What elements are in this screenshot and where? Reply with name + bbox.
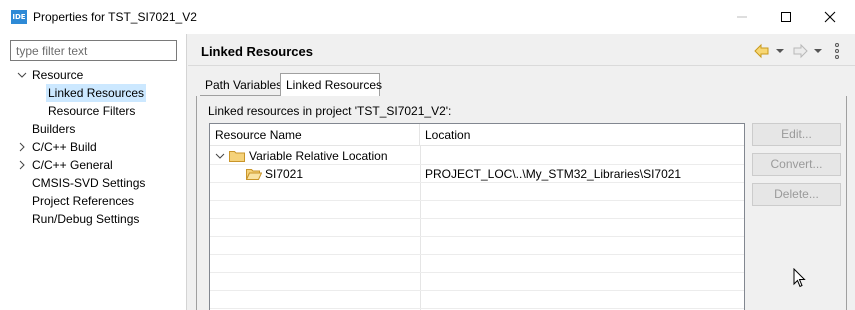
sidebar-item-linked-resources[interactable]: Linked Resources [0,84,186,102]
sidebar-item-cpp-general[interactable]: C/C++ General [0,156,186,174]
convert-button[interactable]: Convert... [752,153,841,176]
view-menu-icon[interactable] [833,42,841,60]
open-folder-icon [246,169,262,180]
sidebar-item-label: Builders [32,122,76,136]
sidebar-item-label: Resource Filters [48,104,136,118]
table-row-empty [210,183,744,201]
sidebar-item-cmsis-svd[interactable]: CMSIS-SVD Settings [0,174,186,192]
table-row-empty [210,291,744,309]
sidebar-item-resource[interactable]: Resource [0,66,186,84]
sidebar-item-label: C/C++ Build [32,140,97,154]
table-row[interactable]: Variable Relative Location [210,147,744,165]
minimize-icon [737,16,747,18]
chevron-down-icon[interactable] [215,151,225,161]
table-row-empty [210,219,744,237]
resource-name: SI7021 [265,167,304,181]
title-bar: IDE Properties for TST_SI7021_V2 [0,0,855,34]
delete-button[interactable]: Delete... [752,183,841,206]
page-title: Linked Resources [201,44,313,59]
minimize-button[interactable] [733,8,751,26]
resource-location: PROJECT_LOC\..\My_STM32_Libraries\SI7021 [425,167,682,181]
column-header-location[interactable]: Location [420,124,744,146]
tab-linked-resources[interactable]: Linked Resources [280,73,382,96]
sidebar-item-label: Run/Debug Settings [32,212,140,226]
linked-resources-table: Resource Name Location Variable Relative… [209,123,745,310]
table-row-empty [210,237,744,255]
ide-app-icon: IDE [11,10,27,24]
sidebar-item-label: Project References [32,194,135,208]
close-icon [824,11,836,23]
table-row-empty [210,273,744,291]
column-header-resource-name[interactable]: Resource Name [210,124,420,146]
sidebar-item-label: CMSIS-SVD Settings [32,176,146,190]
forward-arrow-icon[interactable] [791,42,809,60]
tab-path-variables[interactable]: Path Variables [200,75,282,96]
forward-dropdown-icon[interactable] [813,42,823,60]
sidebar: Resource Linked Resources Resource Filte… [0,34,187,310]
filter-input[interactable] [10,40,177,61]
maximize-button[interactable] [777,8,795,26]
table-row[interactable]: SI7021 PROJECT_LOC\..\My_STM32_Libraries… [210,165,744,183]
resource-name: Variable Relative Location [249,149,388,163]
sidebar-item-label: C/C++ General [32,158,113,172]
properties-tree: Resource Linked Resources Resource Filte… [0,66,186,228]
window-title: Properties for TST_SI7021_V2 [33,10,197,24]
mouse-pointer-icon [793,268,806,288]
maximize-icon [781,12,791,22]
edit-button[interactable]: Edit... [752,123,841,146]
chevron-right-icon[interactable] [17,138,27,156]
chevron-right-icon[interactable] [17,156,27,174]
sidebar-item-label: Linked Resources [46,84,147,102]
folder-icon [229,151,245,162]
table-row-empty [210,201,744,219]
sidebar-item-resource-filters[interactable]: Resource Filters [0,102,186,120]
project-label: Linked resources in project 'TST_SI7021_… [208,104,452,118]
sidebar-item-label: Resource [32,68,84,82]
sidebar-item-cpp-build[interactable]: C/C++ Build [0,138,186,156]
back-arrow-icon[interactable] [753,42,771,60]
sidebar-item-project-references[interactable]: Project References [0,192,186,210]
sidebar-item-builders[interactable]: Builders [0,120,186,138]
close-button[interactable] [821,8,839,26]
chevron-down-icon[interactable] [17,66,27,84]
back-dropdown-icon[interactable] [775,42,785,60]
page-header: Linked Resources [188,34,855,66]
table-row-empty [210,255,744,273]
sidebar-item-run-debug[interactable]: Run/Debug Settings [0,210,186,228]
main-panel: Linked Resources Path Variables Linked R… [188,34,855,310]
